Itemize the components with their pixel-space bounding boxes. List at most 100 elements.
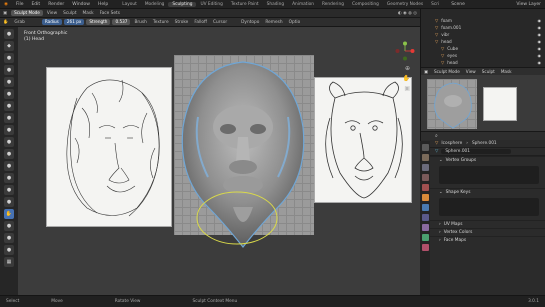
section-shape-keys[interactable]: ⌄ Shape Keys bbox=[421, 188, 545, 196]
outliner-row[interactable]: ▽ foam ◉ bbox=[421, 17, 545, 24]
menu-face-sets[interactable]: Face Sets bbox=[97, 11, 123, 16]
tab-animation[interactable]: Animation bbox=[288, 2, 318, 7]
section-face-maps[interactable]: › Face Maps bbox=[421, 236, 545, 244]
blob-tool[interactable]: ● bbox=[4, 113, 14, 123]
crease-tool[interactable]: ● bbox=[4, 125, 14, 135]
editor-type-icon[interactable]: ▣ bbox=[0, 11, 10, 16]
eye-icon[interactable]: ◉ bbox=[538, 46, 542, 51]
tab-uv-editing[interactable]: UV Editing bbox=[196, 2, 226, 7]
world-tab-icon[interactable] bbox=[421, 184, 429, 191]
brush-name[interactable]: Grab bbox=[11, 20, 27, 25]
outliner-row[interactable]: ▽ Cube ◉ bbox=[421, 45, 545, 52]
modifier-tab-icon[interactable] bbox=[421, 204, 429, 211]
radius-value-field[interactable]: 261 px bbox=[63, 19, 85, 25]
menu-window[interactable]: Window bbox=[68, 2, 94, 7]
pinch-tool[interactable]: ● bbox=[4, 197, 14, 207]
menu-stroke[interactable]: Stroke bbox=[172, 20, 192, 25]
tool-tab-icon[interactable] bbox=[421, 144, 429, 151]
options-menu[interactable]: Optio bbox=[286, 20, 304, 25]
eye-icon[interactable]: ◉ bbox=[538, 18, 542, 23]
navigation-gizmo[interactable] bbox=[395, 41, 415, 61]
search-icon[interactable]: ⌕ bbox=[435, 133, 438, 139]
3d-viewport[interactable]: Front Orthographic (1) Head ⊕ ✋ ▣ bbox=[18, 27, 420, 295]
zoom-icon[interactable]: ⊕ bbox=[405, 65, 410, 72]
box-mask-tool[interactable]: ▦ bbox=[4, 257, 14, 267]
camera-icon[interactable]: ▣ bbox=[404, 85, 410, 92]
menu-mask[interactable]: Mask bbox=[80, 11, 97, 16]
mesh-data-field[interactable]: Sphere.001 bbox=[441, 149, 512, 154]
output-tab-icon[interactable] bbox=[421, 164, 429, 171]
section-uv-maps[interactable]: › UV Maps bbox=[421, 220, 545, 228]
tab-layout[interactable]: Layout bbox=[118, 2, 141, 7]
clay-thumb-tool[interactable]: ● bbox=[4, 77, 14, 87]
mode-selector[interactable]: Sculpt Mode bbox=[11, 10, 43, 16]
eye-icon[interactable]: ◉ bbox=[538, 60, 542, 65]
flatten-tool[interactable]: ● bbox=[4, 149, 14, 159]
scene-selector[interactable]: Scene bbox=[447, 2, 469, 7]
elastic-deform-tool[interactable]: ● bbox=[4, 221, 14, 231]
menu-file[interactable]: File bbox=[12, 2, 28, 7]
mask-tool[interactable]: ● bbox=[4, 245, 14, 255]
strength-value-field[interactable]: 0.537 bbox=[112, 19, 131, 25]
layer-tool[interactable]: ● bbox=[4, 89, 14, 99]
tab-modeling[interactable]: Modeling bbox=[141, 2, 169, 7]
remesh-menu[interactable]: Remesh bbox=[262, 20, 285, 25]
eye-icon[interactable]: ◉ bbox=[538, 25, 542, 30]
scrape-tool[interactable]: ● bbox=[4, 173, 14, 183]
brush-icon[interactable]: ✋ bbox=[0, 20, 11, 25]
eye-icon[interactable]: ◉ bbox=[538, 39, 542, 44]
grab-tool[interactable]: ✋ bbox=[4, 209, 14, 219]
clay-tool[interactable]: ● bbox=[4, 53, 14, 63]
outliner-row[interactable]: ▽ vibr ◉ bbox=[421, 31, 545, 38]
preview-area[interactable] bbox=[421, 75, 545, 131]
material-tab-icon[interactable] bbox=[421, 244, 429, 251]
tab-sculpting[interactable]: Sculpting bbox=[168, 1, 197, 7]
tab-shading[interactable]: Shading bbox=[263, 2, 288, 7]
render-tab-icon[interactable] bbox=[421, 154, 429, 161]
inflate-tool[interactable]: ● bbox=[4, 101, 14, 111]
constraints-tab-icon[interactable] bbox=[421, 224, 429, 231]
menu-texture[interactable]: Texture bbox=[150, 20, 172, 25]
scene-tab-icon[interactable] bbox=[421, 174, 429, 181]
viewport-shading-icons[interactable]: ◐ ◉ ◍ ◎ bbox=[395, 11, 420, 16]
tab-scripting[interactable]: Scri bbox=[427, 2, 443, 7]
outliner-row[interactable]: ▽ foam.001 ◉ bbox=[421, 24, 545, 31]
menu-falloff[interactable]: Falloff bbox=[191, 20, 210, 25]
smooth-tool[interactable]: ● bbox=[4, 137, 14, 147]
menu-help[interactable]: Help bbox=[94, 2, 112, 7]
menu-brush[interactable]: Brush bbox=[131, 20, 149, 25]
outliner-row[interactable]: ▽ eyes ◉ bbox=[421, 52, 545, 59]
section-vertex-colors[interactable]: › Vertex Colors bbox=[421, 228, 545, 236]
menu-edit[interactable]: Edit bbox=[27, 2, 44, 7]
view-layer-selector[interactable]: View Layer bbox=[512, 2, 545, 7]
menu-sculpt[interactable]: Sculpt bbox=[60, 11, 79, 16]
image-editor-mask[interactable]: Mask bbox=[498, 69, 515, 74]
radius-label-field[interactable]: Radius bbox=[41, 19, 62, 25]
clay-strips-tool[interactable]: ● bbox=[4, 65, 14, 75]
draw-sharp-tool[interactable]: ◆ bbox=[4, 41, 14, 51]
tab-compositing[interactable]: Compositing bbox=[348, 2, 383, 7]
mesh-data-tab-icon[interactable] bbox=[421, 234, 429, 241]
tab-rendering[interactable]: Rendering bbox=[318, 2, 348, 7]
object-name[interactable]: Icosphere bbox=[441, 141, 462, 146]
multiplane-scrape-tool[interactable]: ● bbox=[4, 185, 14, 195]
section-vertex-groups[interactable]: ⌄ Vertex Groups bbox=[421, 156, 545, 164]
outliner-row[interactable]: ▽ head ◉ bbox=[421, 38, 545, 45]
eye-icon[interactable]: ◉ bbox=[538, 32, 542, 37]
image-editor-sculpt[interactable]: Sculpt bbox=[479, 69, 498, 74]
pan-icon[interactable]: ✋ bbox=[403, 75, 410, 82]
menu-render[interactable]: Render bbox=[44, 2, 68, 7]
dyntopo-toggle[interactable]: Dyntopo bbox=[238, 20, 262, 25]
snake-hook-tool[interactable]: ● bbox=[4, 233, 14, 243]
fill-tool[interactable]: ● bbox=[4, 161, 14, 171]
menu-cursor[interactable]: Cursor bbox=[210, 20, 230, 25]
vertex-groups-list[interactable] bbox=[439, 166, 539, 184]
image-editor-view[interactable]: View bbox=[463, 69, 479, 74]
blender-logo-icon[interactable]: ◉ bbox=[0, 2, 12, 7]
shape-keys-list[interactable] bbox=[439, 198, 539, 216]
menu-view[interactable]: View bbox=[44, 11, 60, 16]
physics-tab-icon[interactable] bbox=[421, 214, 429, 221]
object-tab-icon[interactable] bbox=[421, 194, 429, 201]
image-editor-mode[interactable]: Sculpt Mode bbox=[431, 69, 463, 74]
strength-label-field[interactable]: Strength bbox=[86, 19, 111, 25]
